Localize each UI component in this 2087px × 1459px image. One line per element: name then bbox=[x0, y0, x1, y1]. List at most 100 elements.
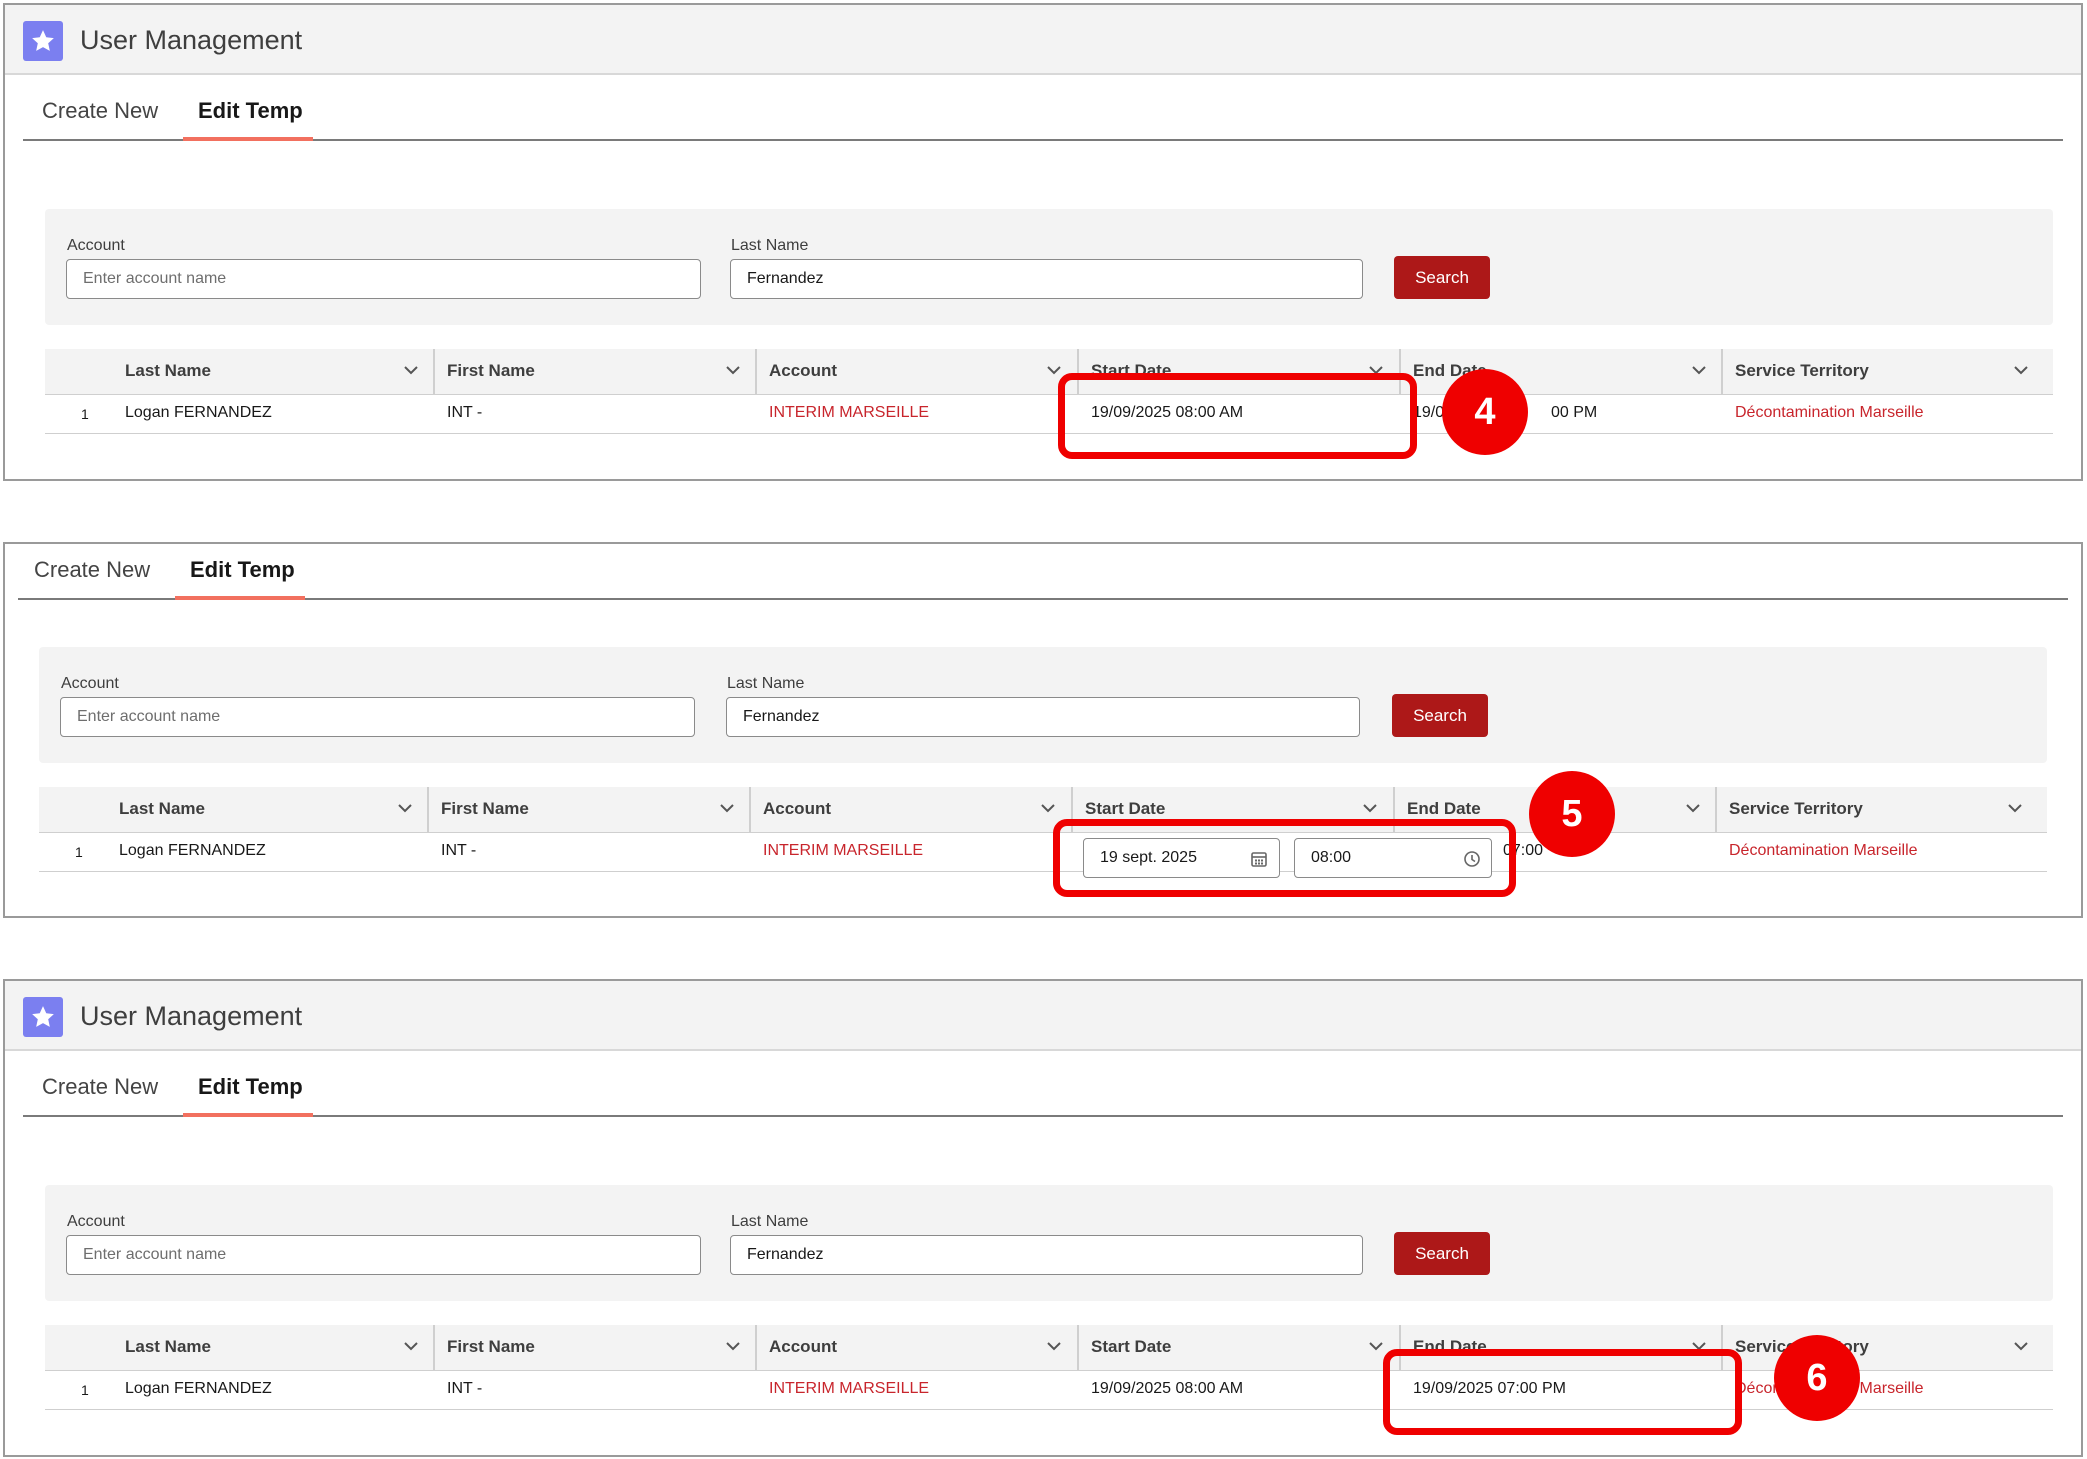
col-service-territory[interactable]: Service Territory bbox=[1735, 361, 1869, 381]
chevron-down-icon[interactable] bbox=[1359, 797, 1381, 819]
cell-last-name: Logan FERNANDEZ bbox=[125, 404, 272, 421]
chevron-down-icon[interactable] bbox=[2010, 1335, 2032, 1357]
cell-service-territory-link[interactable]: Décontamination Marseille bbox=[1729, 842, 1918, 860]
app-title: User Management bbox=[80, 1001, 303, 1031]
star-icon bbox=[23, 997, 63, 1037]
column-divider bbox=[1715, 787, 1717, 832]
chevron-down-icon[interactable] bbox=[1682, 797, 1704, 819]
active-tab-indicator bbox=[183, 1113, 313, 1117]
row-number: 1 bbox=[81, 1382, 89, 1398]
col-last-name[interactable]: Last Name bbox=[125, 361, 211, 381]
account-input[interactable]: Enter account name bbox=[66, 259, 701, 299]
tab-create-new[interactable]: Create New bbox=[34, 557, 150, 583]
highlight-box bbox=[1053, 819, 1516, 897]
row-number: 1 bbox=[75, 844, 83, 860]
col-service-territory[interactable]: Service Territory bbox=[1729, 799, 1863, 819]
highlight-box bbox=[1383, 1349, 1742, 1435]
last-name-input[interactable]: Fernandez bbox=[726, 697, 1360, 737]
cell-first-name: INT - bbox=[447, 404, 483, 421]
cell-account-link[interactable]: INTERIM MARSEILLE bbox=[769, 1380, 929, 1398]
tab-create-new[interactable]: Create New bbox=[42, 98, 158, 124]
col-first-name[interactable]: First Name bbox=[447, 361, 535, 381]
col-first-name[interactable]: First Name bbox=[447, 1337, 535, 1357]
chevron-down-icon[interactable] bbox=[722, 359, 744, 381]
cell-end-date-partial: 00 PM bbox=[1551, 404, 1598, 421]
col-end-date[interactable]: End Date bbox=[1407, 799, 1481, 819]
chevron-down-icon[interactable] bbox=[2010, 359, 2032, 381]
active-tab-indicator bbox=[175, 596, 305, 600]
col-account[interactable]: Account bbox=[763, 799, 831, 819]
last-name-label: Last Name bbox=[727, 675, 805, 692]
step-badge: 6 bbox=[1774, 1335, 1860, 1421]
cell-start-date: 19/09/2025 08:00 AM bbox=[1091, 1380, 1244, 1397]
search-button[interactable]: Search bbox=[1392, 694, 1488, 737]
cell-end-date-partial: 19/0 bbox=[1413, 404, 1445, 421]
app-header: User Management bbox=[5, 5, 2081, 75]
account-label: Account bbox=[61, 675, 119, 692]
search-panel: Account Enter account name Last Name Fer… bbox=[45, 1185, 2053, 1301]
account-input[interactable]: Enter account name bbox=[66, 1235, 701, 1275]
cell-last-name: Logan FERNANDEZ bbox=[119, 842, 266, 859]
cell-account-link[interactable]: INTERIM MARSEILLE bbox=[769, 404, 929, 422]
search-button[interactable]: Search bbox=[1394, 1232, 1490, 1275]
col-first-name[interactable]: First Name bbox=[441, 799, 529, 819]
chevron-down-icon[interactable] bbox=[400, 359, 422, 381]
col-account[interactable]: Account bbox=[769, 361, 837, 381]
col-last-name[interactable]: Last Name bbox=[125, 1337, 211, 1357]
table-row: 1 Logan FERNANDEZ INT - INTERIM MARSEILL… bbox=[45, 1371, 2053, 1410]
last-name-label: Last Name bbox=[731, 1213, 809, 1230]
chevron-down-icon[interactable] bbox=[716, 797, 738, 819]
chevron-down-icon[interactable] bbox=[394, 797, 416, 819]
cell-account-link[interactable]: INTERIM MARSEILLE bbox=[763, 842, 923, 860]
table-header: Last Name First Name Account Start Date … bbox=[39, 787, 2047, 833]
app-title: User Management bbox=[80, 25, 303, 55]
tab-edit-temp[interactable]: Edit Temp bbox=[190, 557, 295, 583]
screenshot-step-6: User Management Create New Edit Temp Acc… bbox=[3, 979, 2083, 1457]
cell-last-name: Logan FERNANDEZ bbox=[125, 1380, 272, 1397]
tab-bar: Create New Edit Temp bbox=[18, 544, 2068, 600]
column-divider bbox=[433, 349, 435, 394]
last-name-label: Last Name bbox=[731, 237, 809, 254]
tab-edit-temp[interactable]: Edit Temp bbox=[198, 1074, 303, 1100]
step-badge: 5 bbox=[1529, 771, 1615, 857]
column-divider bbox=[755, 349, 757, 394]
last-name-input[interactable]: Fernandez bbox=[730, 1235, 1363, 1275]
col-start-date[interactable]: Start Date bbox=[1091, 1337, 1171, 1357]
cell-first-name: INT - bbox=[447, 1380, 483, 1397]
chevron-down-icon[interactable] bbox=[1365, 1335, 1387, 1357]
search-button[interactable]: Search bbox=[1394, 256, 1490, 299]
account-label: Account bbox=[67, 1213, 125, 1230]
chevron-down-icon[interactable] bbox=[2004, 797, 2026, 819]
screenshot-step-4: User Management Create New Edit Temp Acc… bbox=[3, 3, 2083, 481]
tab-create-new[interactable]: Create New bbox=[42, 1074, 158, 1100]
highlight-box bbox=[1058, 373, 1417, 459]
col-last-name[interactable]: Last Name bbox=[119, 799, 205, 819]
chevron-down-icon[interactable] bbox=[722, 1335, 744, 1357]
row-number: 1 bbox=[81, 406, 89, 422]
cell-service-territory-link[interactable]: Décontamination Marseille bbox=[1735, 404, 1924, 422]
tab-bar: Create New Edit Temp bbox=[23, 85, 2063, 141]
chevron-down-icon[interactable] bbox=[1043, 1335, 1065, 1357]
account-label: Account bbox=[67, 237, 125, 254]
search-panel: Account Enter account name Last Name Fer… bbox=[45, 209, 2053, 325]
step-badge: 4 bbox=[1442, 369, 1528, 455]
table-row: 1 Logan FERNANDEZ INT - INTERIM MARSEILL… bbox=[45, 395, 2053, 434]
column-divider bbox=[755, 1325, 757, 1370]
tab-edit-temp[interactable]: Edit Temp bbox=[198, 98, 303, 124]
chevron-down-icon[interactable] bbox=[1688, 359, 1710, 381]
column-divider bbox=[433, 1325, 435, 1370]
table-header: Last Name First Name Account Start Date … bbox=[45, 349, 2053, 395]
table-header: Last Name First Name Account Start Date … bbox=[45, 1325, 2053, 1371]
search-panel: Account Enter account name Last Name Fer… bbox=[39, 647, 2047, 763]
star-icon bbox=[23, 21, 63, 61]
column-divider bbox=[427, 787, 429, 832]
col-start-date[interactable]: Start Date bbox=[1085, 799, 1165, 819]
account-input[interactable]: Enter account name bbox=[60, 697, 695, 737]
column-divider bbox=[749, 787, 751, 832]
last-name-input[interactable]: Fernandez bbox=[730, 259, 1363, 299]
col-account[interactable]: Account bbox=[769, 1337, 837, 1357]
active-tab-indicator bbox=[183, 137, 313, 141]
app-header: User Management bbox=[5, 981, 2081, 1051]
chevron-down-icon[interactable] bbox=[400, 1335, 422, 1357]
chevron-down-icon[interactable] bbox=[1037, 797, 1059, 819]
